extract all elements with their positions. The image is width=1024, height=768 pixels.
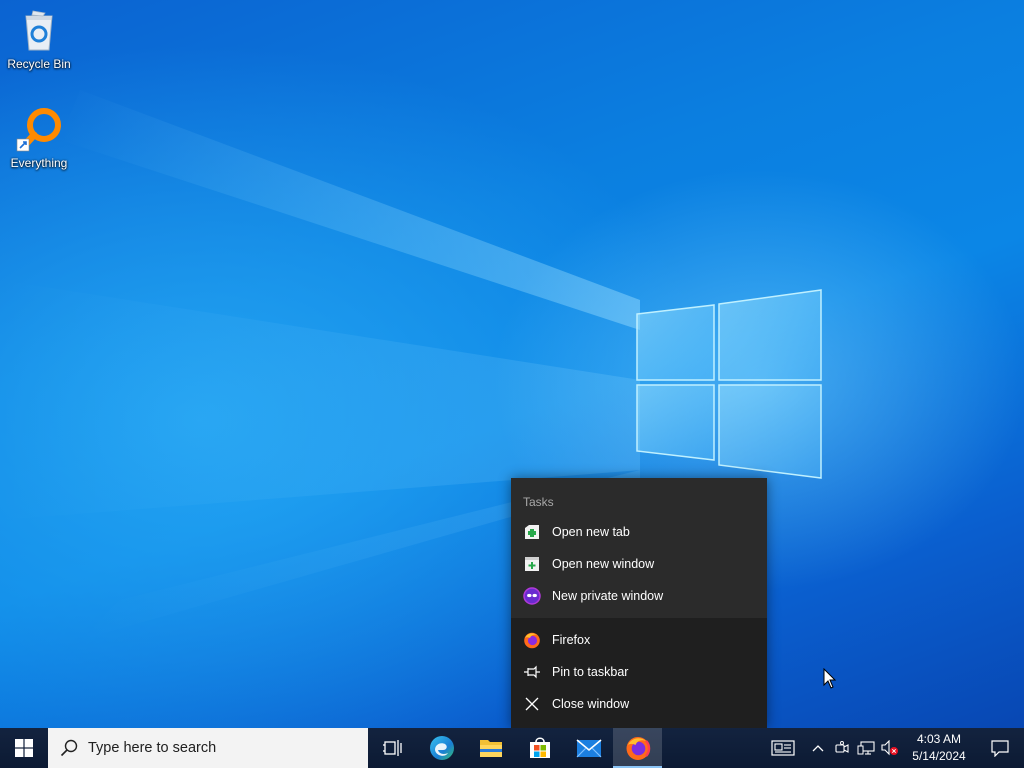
windows-logo-wallpaper — [636, 289, 822, 479]
search-icon — [60, 739, 78, 757]
taskbar-store-button[interactable] — [515, 728, 564, 768]
jump-list-app-section: Firefox Pin to taskbar Close window — [511, 618, 767, 728]
taskbar-clock[interactable]: 4:03 AM 5/14/2024 — [902, 731, 976, 765]
everything-search-icon — [15, 105, 63, 153]
close-icon — [523, 695, 541, 713]
firefox-icon — [626, 737, 650, 760]
jump-list-item-new-private-window[interactable]: New private window — [511, 580, 767, 612]
meet-now-icon — [835, 741, 849, 753]
taskbar: Type here to search 4:03 AM 5/14/2024 — [0, 728, 1024, 768]
desktop-icon-recycle-bin[interactable]: Recycle Bin — [1, 6, 77, 71]
taskbar-firefox-button[interactable] — [613, 728, 662, 768]
clock-time: 4:03 AM — [916, 732, 962, 746]
edge-icon — [429, 736, 454, 760]
notification-icon — [991, 740, 1009, 757]
taskbar-task-view-button[interactable] — [368, 728, 417, 768]
mail-icon — [575, 739, 602, 758]
taskbar-file-explorer-button[interactable] — [466, 728, 515, 768]
jump-list-item-label: Close window — [552, 697, 630, 711]
jump-list-item-label: Open new window — [552, 557, 655, 571]
jump-list-item-label: Pin to taskbar — [552, 665, 629, 679]
volume-muted-icon — [881, 740, 898, 756]
desktop-icon-label: Recycle Bin — [7, 57, 71, 71]
windows-start-icon — [15, 739, 33, 757]
taskbar-edge-button[interactable] — [417, 728, 466, 768]
taskbar-search-box[interactable]: Type here to search — [48, 728, 368, 768]
jump-list-item-open-new-window[interactable]: Open new window — [511, 548, 767, 580]
jump-list-item-label: Open new tab — [552, 525, 630, 539]
jump-list-item-firefox[interactable]: Firefox — [511, 624, 767, 656]
jump-list-item-pin-to-taskbar[interactable]: Pin to taskbar — [511, 656, 767, 688]
network-icon — [857, 741, 875, 755]
start-button[interactable] — [0, 728, 48, 768]
desktop-icon-label: Everything — [10, 156, 68, 170]
meet-now-button[interactable] — [830, 728, 854, 768]
jump-list-item-label: New private window — [552, 589, 664, 603]
jump-list-item-close-window[interactable]: Close window — [511, 688, 767, 720]
private-window-icon — [523, 587, 541, 605]
firefox-jump-list: Tasks Open new tab Open new window New p… — [511, 478, 767, 728]
clock-date: 5/14/2024 — [912, 749, 966, 763]
system-tray: 4:03 AM 5/14/2024 — [760, 728, 1024, 768]
new-window-icon — [523, 555, 541, 573]
desktop: Recycle Bin Everything Tasks Open new ta… — [0, 0, 1024, 728]
jump-list-item-open-new-tab[interactable]: Open new tab — [511, 516, 767, 548]
firefox-icon — [523, 631, 541, 649]
pin-icon — [523, 663, 541, 681]
action-center-button[interactable] — [976, 728, 1024, 768]
desktop-icon-everything[interactable]: Everything — [1, 105, 77, 170]
task-view-icon — [382, 740, 402, 756]
network-button[interactable] — [854, 728, 878, 768]
jump-list-item-label: Firefox — [552, 633, 591, 647]
new-tab-icon — [523, 523, 541, 541]
jump-list-tasks-section: Tasks Open new tab Open new window New p… — [511, 478, 767, 618]
volume-button[interactable] — [878, 728, 902, 768]
news-and-interests-button[interactable] — [760, 728, 806, 768]
chevron-up-icon — [812, 745, 824, 752]
recycle-bin-icon — [15, 6, 63, 54]
jump-list-tasks-header: Tasks — [523, 495, 554, 509]
file-explorer-icon — [479, 740, 502, 757]
store-icon — [529, 737, 550, 758]
mouse-cursor-icon — [823, 668, 837, 689]
taskbar-mail-button[interactable] — [564, 728, 613, 768]
news-icon — [771, 740, 795, 756]
search-placeholder: Type here to search — [88, 740, 217, 756]
show-hidden-icons-button[interactable] — [806, 728, 830, 768]
